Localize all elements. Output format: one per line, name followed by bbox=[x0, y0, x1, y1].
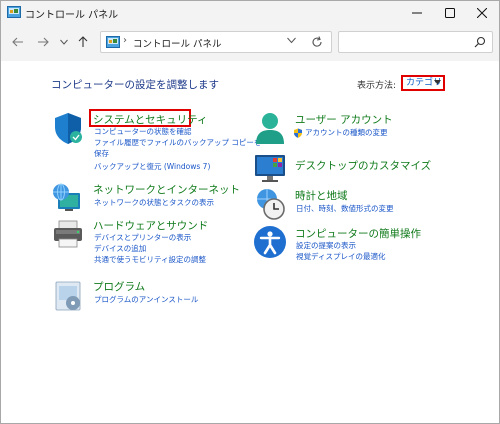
arrow-up-icon bbox=[78, 36, 88, 47]
category-link[interactable]: デバイスとプリンターの表示 bbox=[94, 233, 191, 244]
maximize-icon bbox=[445, 8, 455, 18]
desktop-icon[interactable] bbox=[253, 151, 287, 185]
category-link[interactable]: 設定の提案の表示 bbox=[296, 241, 356, 252]
category-link[interactable]: 日付、時刻、数値形式の変更 bbox=[296, 204, 394, 215]
close-button[interactable] bbox=[467, 1, 497, 25]
programs-icon[interactable] bbox=[51, 279, 85, 313]
control-panel-window: コントロール パネル › コントロール パネル コンピューターの設定を調整します… bbox=[0, 0, 500, 424]
arrow-left-icon bbox=[12, 37, 23, 47]
category-link[interactable]: ファイル履歴でファイルのバックアップ コピーを bbox=[94, 138, 261, 149]
category-title[interactable]: ユーザー アカウント bbox=[295, 112, 393, 127]
breadcrumb-control-panel[interactable]: コントロール パネル bbox=[133, 36, 222, 50]
category-link[interactable]: ネットワークの状態とタスクの表示 bbox=[94, 198, 214, 209]
category-link[interactable]: デバイスの追加 bbox=[94, 244, 146, 255]
view-by-dropdown[interactable]: カテゴリ bbox=[401, 75, 445, 91]
chevron-down-icon[interactable] bbox=[287, 37, 296, 44]
clock-icon[interactable] bbox=[253, 187, 287, 221]
navigation-bar: › コントロール パネル bbox=[1, 25, 499, 61]
category-title[interactable]: システムとセキュリティ bbox=[93, 112, 208, 127]
breadcrumb-separator: › bbox=[123, 35, 127, 46]
category-link[interactable]: バックアップと復元 (Windows 7) bbox=[94, 162, 210, 173]
search-input[interactable] bbox=[338, 31, 493, 53]
page-title: コンピューターの設定を調整します bbox=[51, 79, 219, 91]
forward-button[interactable] bbox=[34, 33, 52, 51]
control-panel-icon bbox=[106, 36, 120, 48]
close-icon bbox=[477, 8, 487, 18]
view-by-label: 表示方法: bbox=[357, 81, 397, 91]
minimize-button[interactable] bbox=[402, 1, 432, 25]
category-link[interactable]: プログラムのアンインストール bbox=[94, 295, 198, 306]
category-link[interactable]: コンピューターの状態を確認 bbox=[94, 127, 192, 138]
up-button[interactable] bbox=[74, 33, 92, 51]
accessibility-icon[interactable] bbox=[253, 225, 287, 259]
category-title[interactable]: コンピューターの簡単操作 bbox=[295, 226, 421, 241]
printer-icon[interactable] bbox=[51, 217, 85, 251]
back-button[interactable] bbox=[9, 33, 27, 51]
category-title[interactable]: ハードウェアとサウンド bbox=[93, 218, 208, 233]
maximize-button[interactable] bbox=[435, 1, 465, 25]
caret-down-icon bbox=[434, 80, 441, 85]
user-icon[interactable] bbox=[253, 111, 287, 145]
category-link[interactable]: アカウントの種類の変更 bbox=[305, 128, 388, 139]
arrow-right-icon bbox=[38, 37, 49, 47]
category-title[interactable]: プログラム bbox=[93, 279, 145, 294]
category-link[interactable]: 共通で使うモビリティ設定の調整 bbox=[94, 255, 206, 266]
control-panel-app-icon bbox=[7, 6, 21, 18]
category-title[interactable]: 時計と地域 bbox=[295, 188, 348, 203]
chevron-down-icon bbox=[60, 39, 68, 45]
category-title[interactable]: ネットワークとインターネット bbox=[93, 182, 240, 197]
refresh-icon[interactable] bbox=[311, 36, 323, 48]
category-link[interactable]: 保存 bbox=[94, 149, 109, 160]
shield-icon[interactable] bbox=[51, 111, 85, 145]
network-icon[interactable] bbox=[51, 181, 85, 215]
title-bar[interactable]: コントロール パネル bbox=[1, 1, 499, 25]
minimize-icon bbox=[412, 12, 422, 14]
window-title: コントロール パネル bbox=[25, 10, 119, 21]
uac-shield-icon bbox=[294, 128, 302, 138]
address-bar[interactable]: › コントロール パネル bbox=[100, 31, 332, 53]
recent-locations-button[interactable] bbox=[55, 33, 73, 51]
category-title[interactable]: デスクトップのカスタマイズ bbox=[295, 158, 431, 173]
category-link[interactable]: 視覚ディスプレイの最適化 bbox=[296, 252, 385, 263]
search-icon[interactable] bbox=[474, 36, 486, 48]
